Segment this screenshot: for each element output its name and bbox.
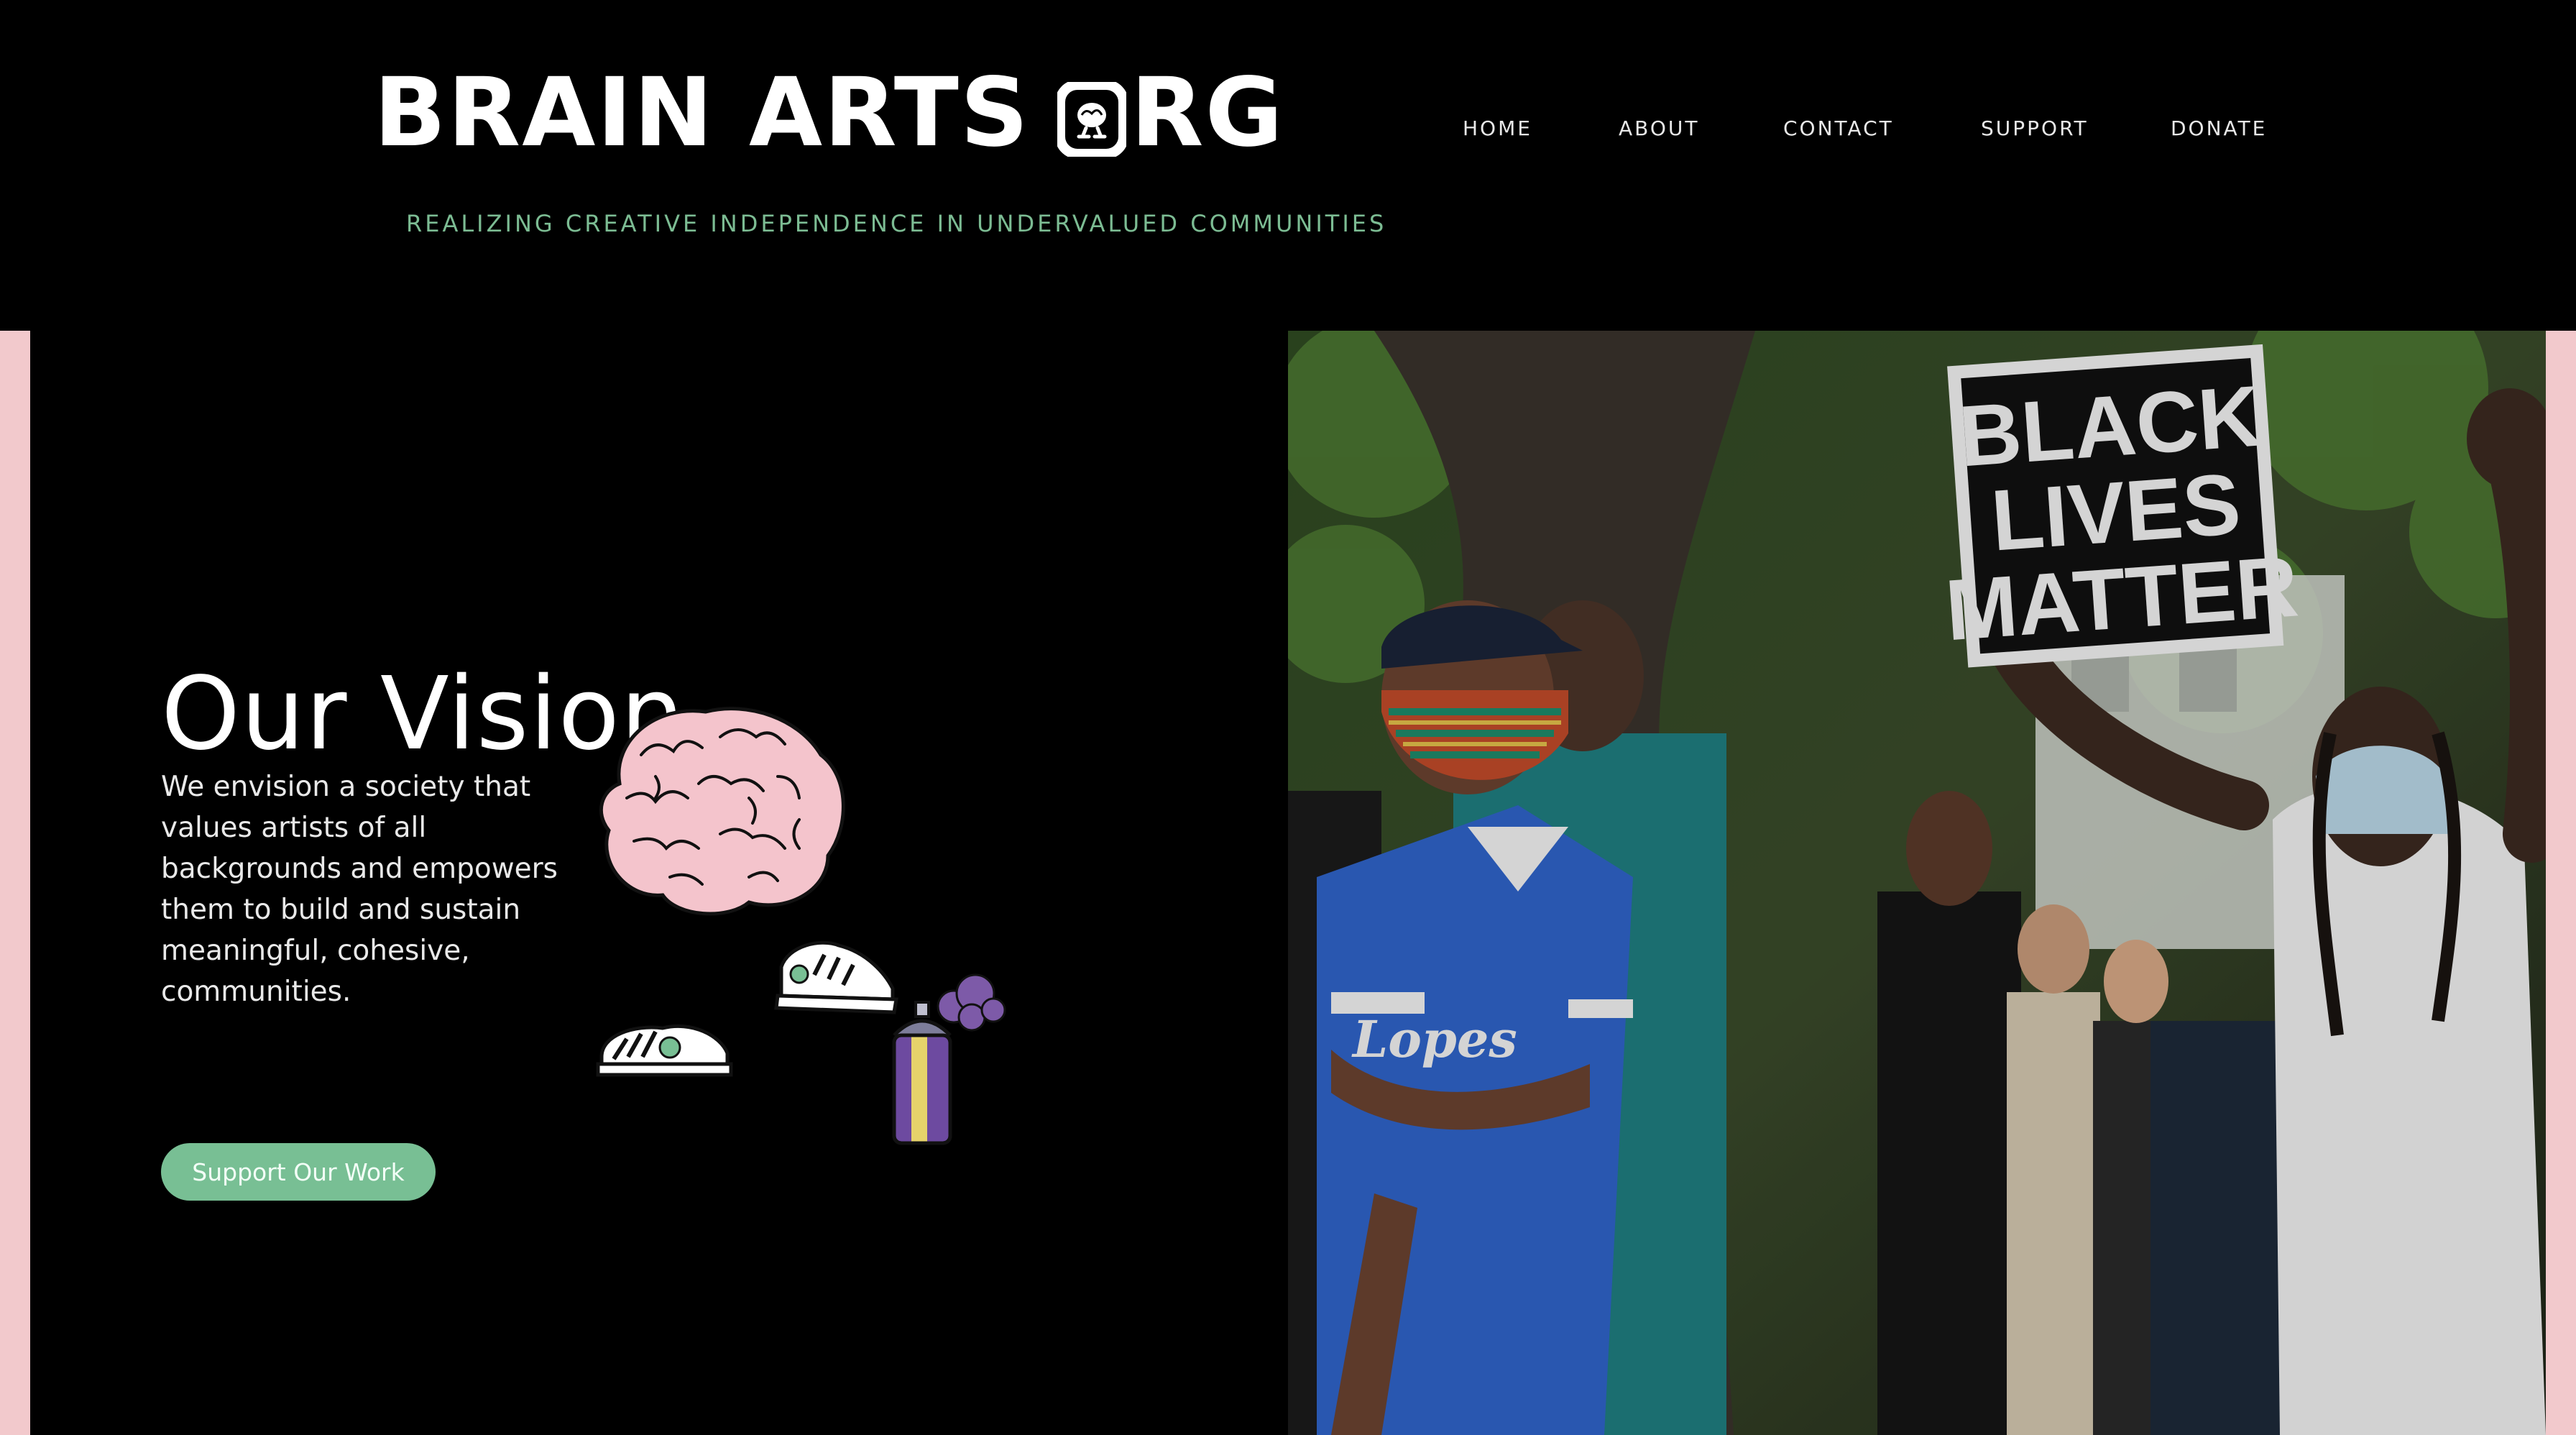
nav-support[interactable]: SUPPORT xyxy=(1981,116,2089,140)
vision-body-text: We envision a society that values artist… xyxy=(161,771,558,1008)
main-nav: HOME ABOUT CONTACT SUPPORT DONATE xyxy=(1463,116,2268,145)
logo-text-brain-arts: BRAIN ARTS xyxy=(374,58,1030,168)
support-our-work-button[interactable]: Support Our Work xyxy=(161,1143,436,1201)
protest-photo: Lopes BLACK LIVES MATTER xyxy=(1288,331,2546,1435)
brain-face-o-icon xyxy=(1054,77,1128,159)
site-tagline: REALIZING CREATIVE INDEPENDENCE IN UNDER… xyxy=(406,210,1387,237)
vision-section: Our Vision We envision a society that va… xyxy=(30,331,1288,1435)
nav-about[interactable]: ABOUT xyxy=(1619,116,1700,140)
brain-with-legs-spray-can-illustration xyxy=(584,697,1015,1172)
site-header: BRAIN ARTS RG REALIZING CREATIVE INDEPEN… xyxy=(0,0,2576,331)
nav-donate[interactable]: DONATE xyxy=(2171,116,2267,140)
nav-contact[interactable]: CONTACT xyxy=(1783,116,1894,140)
logo-text-rg: RG xyxy=(1130,58,1284,168)
nav-home[interactable]: HOME xyxy=(1463,116,1532,140)
site-logo[interactable]: BRAIN ARTS RG xyxy=(374,58,1284,168)
